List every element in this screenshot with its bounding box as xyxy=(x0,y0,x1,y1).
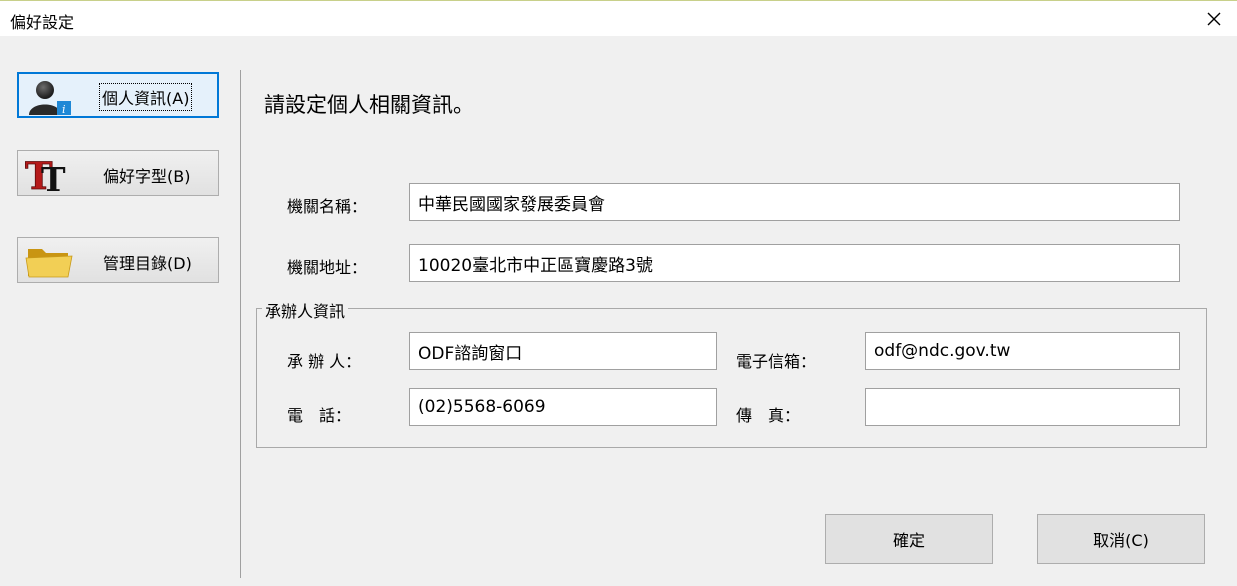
svg-text:i: i xyxy=(62,103,66,115)
cancel-button[interactable]: 取消(C) xyxy=(1037,514,1205,564)
contact-group-legend: 承辦人資訊 xyxy=(262,298,349,322)
user-info-icon: i xyxy=(29,81,71,115)
ok-button[interactable]: 確定 xyxy=(825,514,993,564)
nav-directory-button[interactable]: 管理目錄(D) xyxy=(17,237,219,283)
nav-font-button[interactable]: T T 偏好字型(B) xyxy=(17,150,219,196)
fax-field[interactable] xyxy=(865,388,1180,426)
svg-text:T: T xyxy=(41,160,66,192)
close-button[interactable] xyxy=(1191,1,1237,36)
handler-field[interactable] xyxy=(409,332,717,370)
org-address-label: 機關地址： xyxy=(287,258,368,277)
folder-icon xyxy=(25,249,73,278)
font-icon: T T xyxy=(25,156,66,192)
nav-personal-info-label: 個人資訊(A) xyxy=(99,83,193,111)
handler-label: 承 辦 人： xyxy=(287,352,362,371)
email-label: 電子信箱： xyxy=(736,352,817,371)
phone-label: 電 話： xyxy=(287,406,352,425)
org-name-label: 機關名稱： xyxy=(287,197,368,216)
contact-groupbox xyxy=(256,308,1207,448)
window-title: 偏好設定 xyxy=(10,13,75,32)
email-field[interactable] xyxy=(865,332,1180,370)
nav-directory-label: 管理目錄(D) xyxy=(103,254,192,273)
title-bar[interactable]: 偏好設定 xyxy=(0,1,1237,36)
fax-label: 傳 真： xyxy=(736,406,801,425)
page-heading: 請設定個人相關資訊。 xyxy=(264,93,474,117)
org-name-field[interactable] xyxy=(409,183,1180,221)
phone-field[interactable] xyxy=(409,388,717,426)
vertical-separator xyxy=(240,70,241,578)
org-address-field[interactable] xyxy=(409,244,1180,282)
nav-font-label: 偏好字型(B) xyxy=(103,167,191,186)
dialog-body: i 個人資訊(A) T T 偏好字型(B) 管理目錄(D) 請設定個人相關資訊。… xyxy=(0,36,1237,586)
nav-personal-info-button[interactable]: i 個人資訊(A) xyxy=(17,72,219,118)
close-icon xyxy=(1207,12,1221,25)
